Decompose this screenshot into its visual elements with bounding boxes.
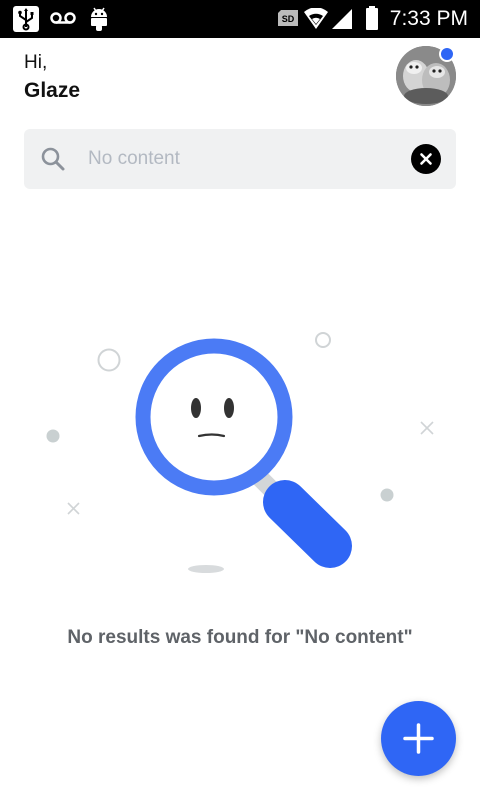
decor-cross: [420, 421, 434, 435]
search-bar: [24, 129, 456, 189]
battery-icon: [365, 6, 379, 35]
notification-dot: [439, 46, 455, 62]
greeting: Hi, Glaze: [24, 52, 80, 106]
username: Glaze: [24, 79, 81, 102]
magnifier-handle: [263, 480, 352, 568]
search-icon: [40, 146, 66, 172]
empty-state-illustration: [0, 320, 480, 580]
search-input[interactable]: [88, 141, 388, 177]
decor-ring: [97, 348, 121, 372]
face-eye: [224, 398, 234, 418]
empty-state-message: No results was found for "No content": [67, 627, 413, 648]
usb-icon: [12, 5, 40, 38]
android-icon: [88, 6, 110, 37]
signal-icon: [331, 8, 353, 35]
wifi-icon: [303, 7, 329, 35]
add-button[interactable]: [381, 701, 456, 776]
shadow: [188, 565, 224, 573]
magnifier-lens: [135, 338, 293, 496]
svg-text:SD: SD: [282, 14, 295, 24]
decor-cross: [67, 502, 80, 515]
close-icon: [420, 153, 432, 165]
status-bar: SD 7:33 PM: [0, 0, 480, 38]
face-eye: [191, 398, 201, 418]
status-time: 7:33 PM: [389, 7, 468, 30]
voicemail-icon: [50, 10, 76, 31]
magnifier-sad-face-icon: [46, 332, 434, 573]
decor-ring: [315, 332, 331, 348]
decor-dot: [46, 429, 60, 443]
decor-dot: [380, 488, 394, 502]
plus-icon: [403, 723, 434, 754]
clear-search-button[interactable]: [411, 144, 441, 174]
greeting-text: Hi,: [24, 52, 48, 73]
sd-card-icon: SD: [277, 9, 299, 32]
